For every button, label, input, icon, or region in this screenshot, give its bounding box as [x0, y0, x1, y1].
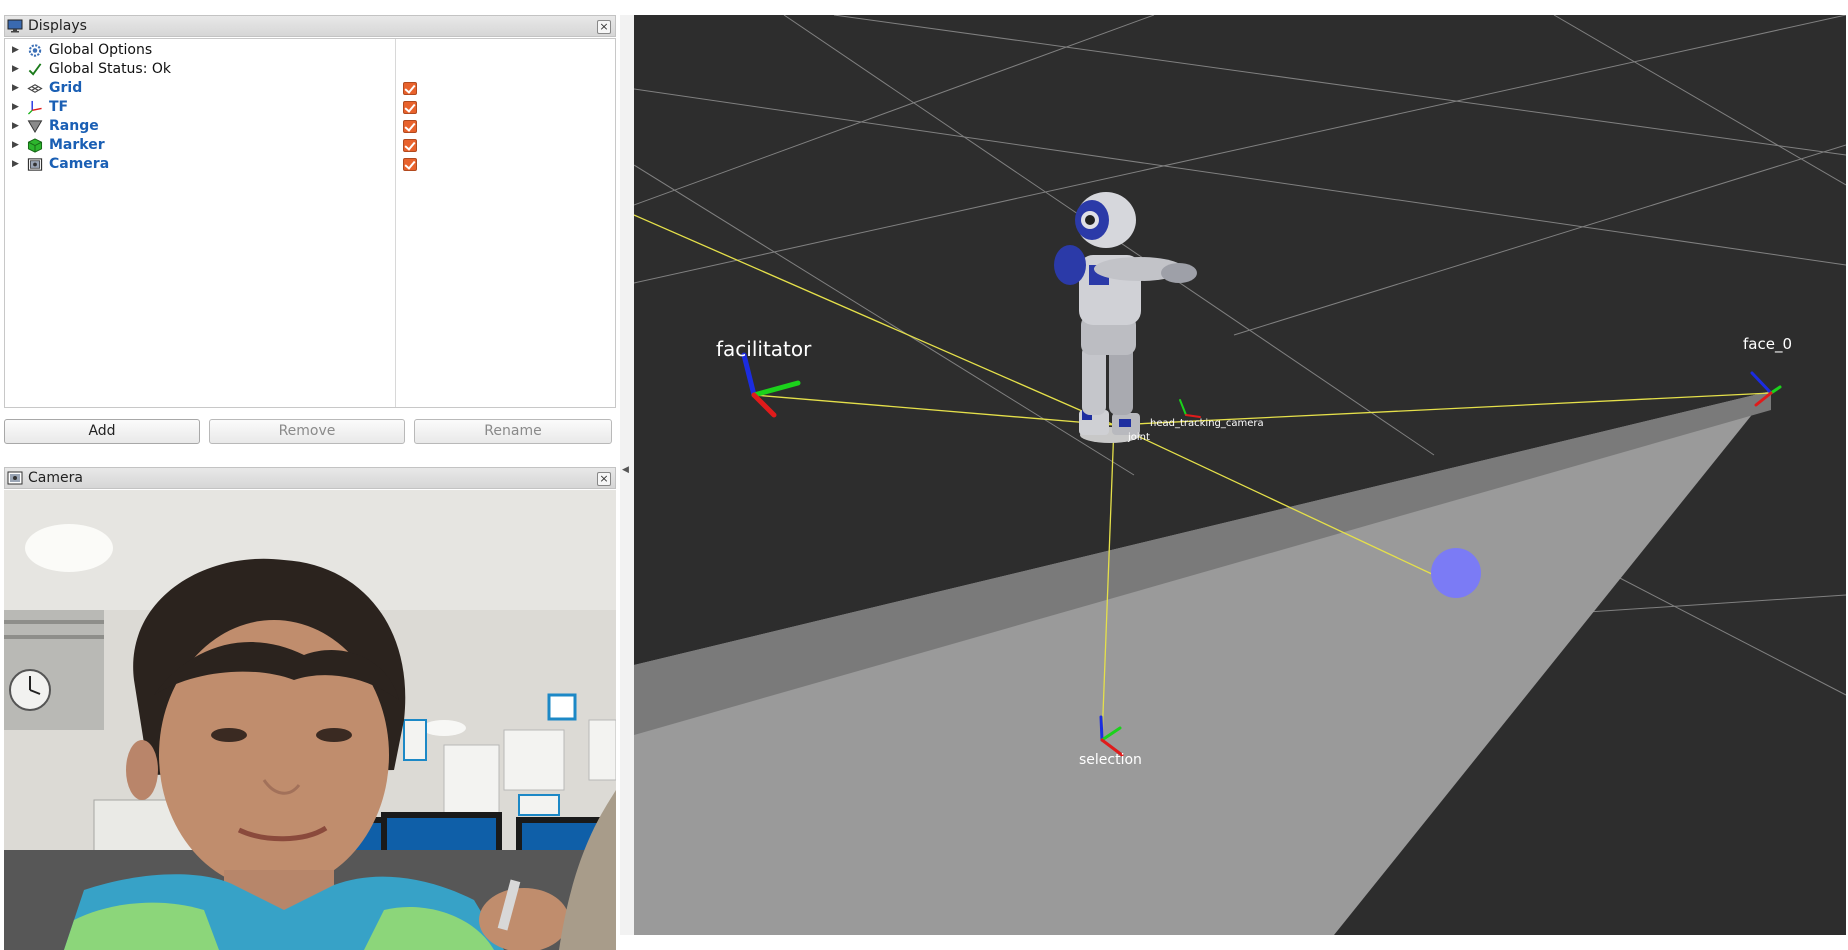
- enable-checkbox[interactable]: [403, 120, 417, 133]
- tree-row-label: Range: [49, 118, 99, 134]
- camera-icon: [27, 158, 43, 171]
- cone-icon: [27, 120, 43, 134]
- tree-row-label: Global Options: [49, 42, 153, 58]
- checkmark-icon: [28, 63, 42, 76]
- head-camera-frame-axes: [1179, 399, 1201, 418]
- rename-button[interactable]: Rename: [414, 419, 612, 444]
- expand-arrow-icon[interactable]: ▶: [12, 155, 19, 174]
- remove-button[interactable]: Remove: [209, 419, 405, 444]
- expand-arrow-icon[interactable]: ▶: [12, 79, 19, 98]
- axes-icon: [27, 100, 42, 115]
- left-dock: Displays × ▶ Global Options ▶ Global Sta…: [4, 15, 616, 950]
- dock-splitter[interactable]: ◀: [620, 15, 634, 935]
- enable-checkbox[interactable]: [403, 139, 417, 152]
- collapse-arrow-icon[interactable]: ◀: [622, 465, 629, 475]
- enable-checkbox[interactable]: [403, 82, 417, 95]
- tree-row-label: Camera: [49, 156, 110, 172]
- enable-checkbox[interactable]: [403, 158, 417, 171]
- expand-arrow-icon[interactable]: ▶: [12, 117, 19, 136]
- tree-row-label: TF: [49, 99, 69, 115]
- tree-row-tf[interactable]: ▶ TF: [5, 98, 605, 117]
- scene-3d: [634, 15, 1846, 935]
- tree-row-label: Grid: [49, 80, 83, 96]
- expand-arrow-icon[interactable]: ▶: [12, 60, 19, 79]
- frame-label-selection: selection: [1079, 752, 1142, 768]
- add-button[interactable]: Add: [4, 419, 200, 444]
- grid-icon: [27, 84, 43, 93]
- close-icon[interactable]: ×: [597, 472, 611, 486]
- frame-label-head-tracking-camera: head_tracking_camera: [1150, 418, 1264, 429]
- tree-row-marker[interactable]: ▶ Marker: [5, 136, 605, 155]
- displays-panel-title: Displays: [28, 18, 87, 34]
- enable-checkbox[interactable]: [403, 101, 417, 114]
- camera-feed-illustration: [4, 490, 616, 950]
- close-icon[interactable]: ×: [597, 20, 611, 34]
- camera-panel-title: Camera: [28, 470, 83, 486]
- displays-panel-header: Displays ×: [4, 15, 616, 37]
- frame-label-facilitator: facilitator: [716, 337, 812, 361]
- tree-row-range[interactable]: ▶ Range: [5, 117, 605, 136]
- tree-row-label: Marker: [49, 137, 105, 153]
- gear-icon: [28, 44, 42, 57]
- camera-image: [4, 490, 616, 950]
- tree-row-global-options[interactable]: ▶ Global Options: [5, 41, 605, 60]
- facilitator-frame-axes: [741, 352, 801, 418]
- monitor-icon: [7, 19, 23, 33]
- tree-row-label: Global Status: Ok: [49, 61, 172, 77]
- frame-label-base: joint: [1128, 432, 1150, 443]
- camera-panel-header: Camera ×: [4, 467, 616, 489]
- tree-row-camera[interactable]: ▶ Camera: [5, 155, 605, 174]
- tree-row-grid[interactable]: ▶ Grid: [5, 79, 605, 98]
- marker-sphere: [1431, 548, 1481, 598]
- expand-arrow-icon[interactable]: ▶: [12, 41, 19, 60]
- displays-button-bar: Add Remove Rename: [4, 419, 616, 445]
- nao-robot-model: [1054, 192, 1197, 443]
- displays-tree: ▶ Global Options ▶ Global Status: Ok ▶ G…: [4, 38, 616, 408]
- expand-arrow-icon[interactable]: ▶: [12, 136, 19, 155]
- frame-label-face: face_0: [1743, 335, 1792, 353]
- camera-icon: [7, 471, 23, 485]
- render-viewport[interactable]: facilitator face_0 selection head_tracki…: [634, 15, 1846, 935]
- tree-row-global-status[interactable]: ▶ Global Status: Ok: [5, 60, 605, 79]
- expand-arrow-icon[interactable]: ▶: [12, 98, 19, 117]
- cube-icon: [27, 138, 43, 153]
